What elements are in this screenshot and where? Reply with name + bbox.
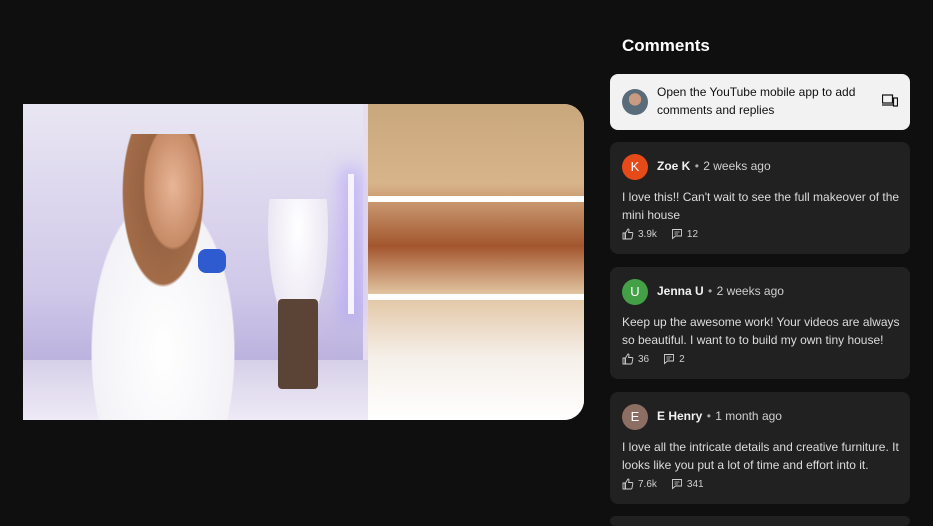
video-handheld-device xyxy=(198,249,226,273)
separator-dot: • xyxy=(694,159,699,173)
comment-text: Keep up the awesome work! Your videos ar… xyxy=(622,315,900,347)
comment-author: Jenna U xyxy=(657,284,704,298)
thumbs-up-icon xyxy=(622,478,634,490)
comments-title: Comments xyxy=(622,36,710,55)
like-count: 3.9k xyxy=(622,228,657,240)
comments-panel: Comments Open the YouTube mobile app to … xyxy=(610,0,910,526)
comment-text: I love this!! Can't wait to see the full… xyxy=(622,190,900,222)
comment-stats: 3.9k 12 xyxy=(622,228,712,240)
comment-card-partial[interactable] xyxy=(610,516,910,526)
reply-count: 341 xyxy=(671,478,704,490)
thumbs-up-icon xyxy=(622,228,634,240)
comment-time: 2 weeks ago xyxy=(716,284,784,298)
dollhouse-floor-divider xyxy=(368,196,584,202)
comment-card[interactable]: E E Henry • 1 month ago I love all the i… xyxy=(610,392,910,504)
mobile-app-notice[interactable]: Open the YouTube mobile app to add comme… xyxy=(610,74,910,130)
comment-card[interactable]: U Jenna U • 2 weeks ago Keep up the awes… xyxy=(610,267,910,379)
video-person xyxy=(63,134,263,420)
comment-time: 1 month ago xyxy=(715,409,782,423)
reply-count: 12 xyxy=(671,228,698,240)
video-dollhouse xyxy=(368,104,584,420)
comment-author: E Henry xyxy=(657,409,703,423)
separator-dot: • xyxy=(708,284,713,298)
avatar: U xyxy=(622,279,648,305)
comment-stats: 7.6k 341 xyxy=(622,478,718,490)
comment-time: 2 weeks ago xyxy=(703,159,771,173)
video-stand xyxy=(278,299,318,389)
comment-icon xyxy=(664,354,675,365)
devices-icon xyxy=(882,94,898,107)
comment-icon xyxy=(671,229,682,240)
user-avatar xyxy=(622,89,648,115)
comment-card[interactable]: K Zoe K • 2 weeks ago I love this!! Can'… xyxy=(610,142,910,254)
comment-meta: E Henry • 1 month ago xyxy=(657,409,782,423)
comment-text: I love all the intricate details and cre… xyxy=(622,440,899,472)
separator-dot: • xyxy=(706,409,711,423)
comment-stats: 36 2 xyxy=(622,353,699,365)
comment-meta: Jenna U • 2 weeks ago xyxy=(657,284,784,298)
reply-count-value: 2 xyxy=(679,353,685,365)
like-count: 7.6k xyxy=(622,478,657,490)
avatar: K xyxy=(622,154,648,180)
reply-count-value: 341 xyxy=(686,478,704,490)
reply-count: 2 xyxy=(663,353,685,365)
thumbs-up-icon xyxy=(622,353,634,365)
like-count-value: 3.9k xyxy=(638,228,657,240)
comment-author: Zoe K xyxy=(657,159,691,173)
comment-icon xyxy=(671,479,682,490)
comment-meta: Zoe K • 2 weeks ago xyxy=(657,159,771,173)
like-count: 36 xyxy=(622,353,649,365)
avatar: E xyxy=(622,404,648,430)
video-player[interactable] xyxy=(23,104,584,420)
like-count-value: 36 xyxy=(638,353,650,365)
dollhouse-floor-divider xyxy=(368,294,584,300)
mobile-app-notice-text: Open the YouTube mobile app to add comme… xyxy=(657,85,856,117)
video-lamp xyxy=(348,174,354,314)
like-count-value: 7.6k xyxy=(638,478,657,490)
reply-count-value: 12 xyxy=(686,228,699,240)
